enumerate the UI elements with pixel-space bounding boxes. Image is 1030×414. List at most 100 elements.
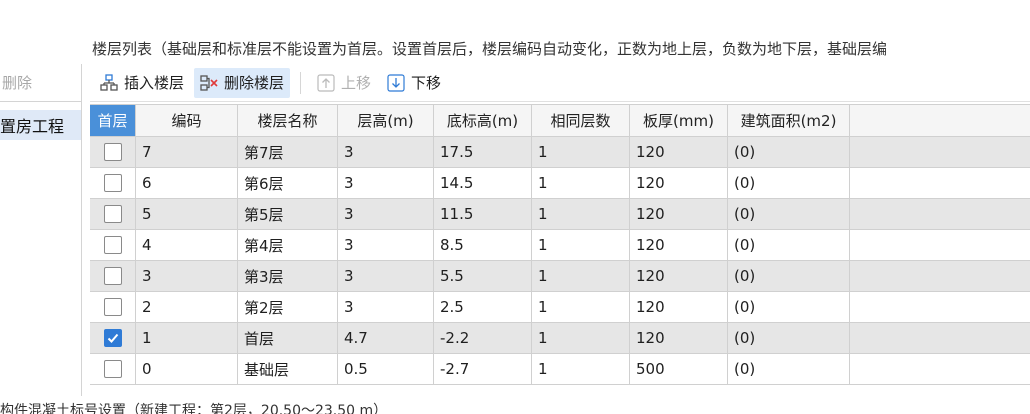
- header-base-elevation[interactable]: 底标高(m): [434, 105, 532, 136]
- header-first-floor[interactable]: 首层: [90, 105, 136, 136]
- cell-thick[interactable]: 120: [630, 199, 728, 229]
- table-row[interactable]: 2 第2层 3 2.5 1 120 (0): [90, 292, 1030, 323]
- table-header-row: 首层 编码 楼层名称 层高(m) 底标高(m) 相同层数 板厚(mm) 建筑面积…: [90, 104, 1030, 137]
- cell-height[interactable]: 4.7: [338, 323, 434, 353]
- cell-height[interactable]: 3: [338, 137, 434, 167]
- first-floor-checkbox[interactable]: [103, 329, 122, 347]
- cell-code[interactable]: 1: [136, 323, 238, 353]
- table-row[interactable]: 5 第5层 3 11.5 1 120 (0): [90, 199, 1030, 230]
- table-row[interactable]: 4 第4层 3 8.5 1 120 (0): [90, 230, 1030, 261]
- first-floor-checkbox[interactable]: [103, 205, 122, 223]
- cell-same[interactable]: 1: [532, 261, 630, 291]
- cell-height[interactable]: 3: [338, 292, 434, 322]
- cell-area[interactable]: (0): [728, 323, 850, 353]
- move-down-button[interactable]: 下移: [381, 68, 447, 98]
- cell-height[interactable]: 0.5: [338, 354, 434, 384]
- cell-area[interactable]: (0): [728, 292, 850, 322]
- cell-name[interactable]: 首层: [238, 323, 338, 353]
- cell-area[interactable]: (0): [728, 354, 850, 384]
- cell-base[interactable]: 11.5: [434, 199, 532, 229]
- cell-base[interactable]: -2.2: [434, 323, 532, 353]
- first-floor-checkbox[interactable]: [103, 298, 122, 316]
- first-floor-checkbox[interactable]: [103, 267, 122, 285]
- cell-base[interactable]: 14.5: [434, 168, 532, 198]
- cell-same[interactable]: 1: [532, 168, 630, 198]
- cell-base[interactable]: 8.5: [434, 230, 532, 260]
- cell-name[interactable]: 第3层: [238, 261, 338, 291]
- cell-same[interactable]: 1: [532, 199, 630, 229]
- delete-floor-button[interactable]: 删除楼层: [194, 67, 291, 98]
- header-floor-height[interactable]: 层高(m): [338, 105, 434, 136]
- header-building-area[interactable]: 建筑面积(m2): [728, 105, 850, 136]
- insert-floor-button[interactable]: 插入楼层: [94, 68, 190, 98]
- cell-code[interactable]: 6: [136, 168, 238, 198]
- cell-same[interactable]: 1: [532, 292, 630, 322]
- cell-thick[interactable]: 120: [630, 323, 728, 353]
- cell-base[interactable]: 2.5: [434, 292, 532, 322]
- header-slab-thickness[interactable]: 板厚(mm): [630, 105, 728, 136]
- cell-area[interactable]: (0): [728, 261, 850, 291]
- cell-same[interactable]: 1: [532, 230, 630, 260]
- first-floor-checkbox[interactable]: [103, 360, 122, 378]
- first-floor-cell: [90, 137, 136, 167]
- cell-same[interactable]: 1: [532, 354, 630, 384]
- cell-name[interactable]: 基础层: [238, 354, 338, 384]
- first-floor-checkbox[interactable]: [103, 143, 122, 161]
- cell-code[interactable]: 2: [136, 292, 238, 322]
- row-filler: [850, 354, 1030, 384]
- row-filler: [850, 199, 1030, 229]
- row-filler: [850, 168, 1030, 198]
- header-floor-name[interactable]: 楼层名称: [238, 105, 338, 136]
- project-tree-item[interactable]: 置房工程: [0, 110, 81, 140]
- header-same-floors[interactable]: 相同层数: [532, 105, 630, 136]
- first-floor-cell: [90, 168, 136, 198]
- cell-area[interactable]: (0): [728, 199, 850, 229]
- delete-floor-icon: [200, 74, 218, 91]
- table-row[interactable]: 6 第6层 3 14.5 1 120 (0): [90, 168, 1030, 199]
- cell-area[interactable]: (0): [728, 230, 850, 260]
- table-row[interactable]: 1 首层 4.7 -2.2 1 120 (0): [90, 323, 1030, 354]
- left-toolbar: 删除: [0, 64, 81, 102]
- table-row[interactable]: 0 基础层 0.5 -2.7 1 500 (0): [90, 354, 1030, 385]
- concrete-grade-caption: 构件混凝土标号设置（新建工程：第2层，20.50～23.50 m）: [0, 403, 388, 414]
- cell-base[interactable]: -2.7: [434, 354, 532, 384]
- cell-thick[interactable]: 120: [630, 137, 728, 167]
- cell-code[interactable]: 5: [136, 199, 238, 229]
- table-row[interactable]: 3 第3层 3 5.5 1 120 (0): [90, 261, 1030, 292]
- cell-height[interactable]: 3: [338, 168, 434, 198]
- row-filler: [850, 292, 1030, 322]
- cell-name[interactable]: 第4层: [238, 230, 338, 260]
- cell-name[interactable]: 第2层: [238, 292, 338, 322]
- move-up-button[interactable]: 上移: [311, 68, 377, 98]
- cell-code[interactable]: 7: [136, 137, 238, 167]
- cell-name[interactable]: 第7层: [238, 137, 338, 167]
- first-floor-checkbox[interactable]: [103, 174, 122, 192]
- cell-same[interactable]: 1: [532, 137, 630, 167]
- cell-thick[interactable]: 120: [630, 230, 728, 260]
- row-filler: [850, 137, 1030, 167]
- cell-area[interactable]: (0): [728, 168, 850, 198]
- left-delete-button[interactable]: 删除: [0, 72, 32, 93]
- cell-height[interactable]: 3: [338, 261, 434, 291]
- cell-height[interactable]: 3: [338, 199, 434, 229]
- table-row[interactable]: 7 第7层 3 17.5 1 120 (0): [90, 137, 1030, 168]
- cell-name[interactable]: 第6层: [238, 168, 338, 198]
- cell-thick[interactable]: 120: [630, 292, 728, 322]
- floor-table: 首层 编码 楼层名称 层高(m) 底标高(m) 相同层数 板厚(mm) 建筑面积…: [90, 104, 1030, 385]
- cell-thick[interactable]: 500: [630, 354, 728, 384]
- header-code[interactable]: 编码: [136, 105, 238, 136]
- first-floor-checkbox[interactable]: [103, 236, 122, 254]
- cell-same[interactable]: 1: [532, 323, 630, 353]
- cell-name[interactable]: 第5层: [238, 199, 338, 229]
- cell-code[interactable]: 0: [136, 354, 238, 384]
- cell-thick[interactable]: 120: [630, 261, 728, 291]
- cell-thick[interactable]: 120: [630, 168, 728, 198]
- cell-base[interactable]: 17.5: [434, 137, 532, 167]
- cell-area[interactable]: (0): [728, 137, 850, 167]
- cell-height[interactable]: 3: [338, 230, 434, 260]
- cell-base[interactable]: 5.5: [434, 261, 532, 291]
- cell-code[interactable]: 3: [136, 261, 238, 291]
- cell-code[interactable]: 4: [136, 230, 238, 260]
- header-filler: [850, 105, 1030, 136]
- first-floor-cell: [90, 292, 136, 322]
